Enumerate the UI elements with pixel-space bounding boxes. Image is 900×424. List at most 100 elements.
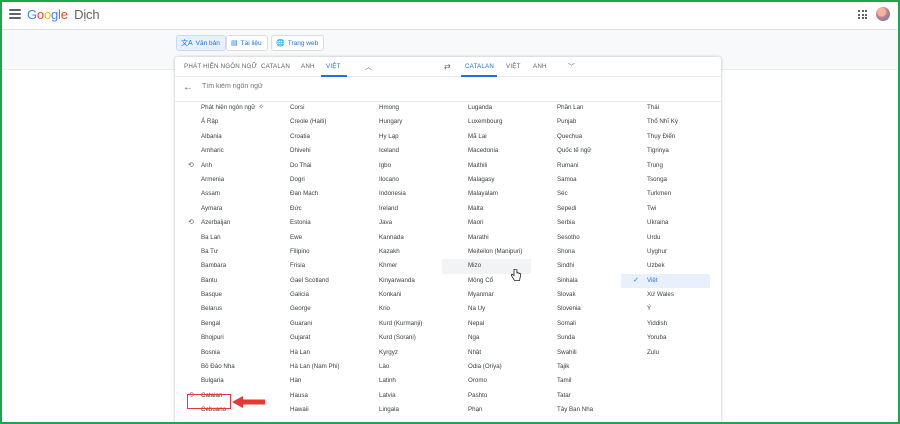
language-option[interactable]: Sepedi [531, 202, 620, 216]
language-option[interactable]: Dhivehi [264, 144, 353, 158]
language-option[interactable]: Phạn [442, 403, 531, 417]
language-option[interactable]: Đan Mạch [264, 187, 353, 201]
language-option[interactable]: Séc [531, 187, 620, 201]
tab-source-catalan[interactable]: CATALAN [261, 63, 290, 70]
language-option[interactable]: Ukraina [621, 216, 710, 230]
language-option[interactable]: Maori [442, 216, 531, 230]
language-option[interactable]: Bengal [175, 317, 264, 331]
swap-languages-icon[interactable]: ⇄ [444, 62, 451, 71]
language-option[interactable]: Tatar [531, 389, 620, 403]
language-option[interactable]: Hà Lan [264, 346, 353, 360]
language-option[interactable]: Sesotho [531, 231, 620, 245]
language-option[interactable]: Do Thái [264, 159, 353, 173]
language-option[interactable]: Trung [621, 159, 710, 173]
language-option[interactable]: Marathi [442, 231, 531, 245]
language-option[interactable]: Ba Tư [175, 245, 264, 259]
language-option[interactable]: Thái [621, 101, 710, 115]
apps-grid-icon[interactable] [858, 10, 867, 19]
language-option[interactable]: Yiddish [621, 317, 710, 331]
language-search-input[interactable] [202, 83, 502, 90]
language-option[interactable]: Filipino [264, 245, 353, 259]
language-option[interactable]: Creole (Haiti) [264, 115, 353, 129]
language-option[interactable]: Kurd (Kurmanji) [353, 317, 442, 331]
language-option[interactable]: Estonia [264, 216, 353, 230]
language-option[interactable]: Zulu [621, 346, 710, 360]
language-option[interactable]: Hungary [353, 115, 442, 129]
language-option[interactable]: Hmong [353, 101, 442, 115]
language-option[interactable]: Luxembourg [442, 115, 531, 129]
language-option[interactable]: Thụy Điển [621, 130, 710, 144]
language-option[interactable]: Albania [175, 130, 264, 144]
language-option[interactable]: Slovenia [531, 302, 620, 316]
language-option[interactable]: Lào [353, 360, 442, 374]
language-option[interactable]: Mã Lai [442, 130, 531, 144]
language-option[interactable]: Hà Lan (Nam Phi) [264, 360, 353, 374]
language-option[interactable]: Assam [175, 187, 264, 201]
language-option[interactable]: Macedonia [442, 144, 531, 158]
website-mode-button[interactable]: 🌐 Trang web [271, 35, 325, 51]
language-option[interactable]: Nga [442, 331, 531, 345]
language-option[interactable]: Kyrgyz [353, 346, 442, 360]
language-option[interactable]: Armenia [175, 173, 264, 187]
hamburger-menu-icon[interactable] [9, 9, 21, 21]
language-option[interactable]: Serbia [531, 216, 620, 230]
language-option[interactable]: Kazakh [353, 245, 442, 259]
language-option[interactable]: Tigrinya [621, 144, 710, 158]
language-option[interactable]: Hausa [264, 389, 353, 403]
language-option[interactable]: ✓ Việt [621, 273, 710, 289]
language-option[interactable]: Gujarat [264, 331, 353, 345]
language-option[interactable]: ⟲ Anh [175, 159, 264, 173]
language-option[interactable]: Galicia [264, 288, 353, 302]
language-option[interactable]: Sinhala [531, 274, 620, 288]
language-option[interactable]: Maithili [442, 159, 531, 173]
language-option[interactable]: Rumani [531, 159, 620, 173]
language-option[interactable]: Konkani [353, 288, 442, 302]
language-option[interactable]: Pashto [442, 389, 531, 403]
language-option[interactable]: Đức [264, 202, 353, 216]
language-option[interactable]: Sunda [531, 331, 620, 345]
language-option[interactable]: Xứ Wales [621, 288, 710, 302]
language-option[interactable]: Ilocano [353, 173, 442, 187]
language-option[interactable]: Khmer [353, 259, 442, 273]
language-option[interactable]: Tsonga [621, 173, 710, 187]
language-option[interactable]: Somali [531, 317, 620, 331]
language-option[interactable]: Lingala [353, 403, 442, 417]
language-option[interactable]: Shona [531, 245, 620, 259]
text-mode-button[interactable]: 文A Văn bản [176, 35, 226, 51]
language-option[interactable]: Malayalam [442, 187, 531, 201]
language-option[interactable]: Odia (Oriya) [442, 360, 531, 374]
language-option[interactable]: Bantu [175, 274, 264, 288]
language-option[interactable]: Quechua [531, 130, 620, 144]
language-option[interactable]: Krio [353, 302, 442, 316]
language-option[interactable]: Ả Rập [175, 115, 264, 129]
language-option[interactable]: Samoa [531, 173, 620, 187]
language-option[interactable]: Croatia [264, 130, 353, 144]
tab-detect-language[interactable]: PHÁT HIỆN NGÔN NGỮ [184, 63, 257, 70]
language-option[interactable]: Quốc tế ngữ [531, 144, 620, 158]
language-option[interactable]: Tajik [531, 360, 620, 374]
language-option[interactable]: Bulgaria [175, 374, 264, 388]
language-option[interactable]: Tây Ban Nha [531, 403, 620, 417]
language-option[interactable]: Nepal [442, 317, 531, 331]
language-option[interactable]: Hawaii [264, 403, 353, 417]
language-option[interactable]: Sindhi [531, 259, 620, 273]
language-option[interactable]: Uzbek [621, 259, 710, 273]
language-option[interactable]: Hy Lạp [353, 130, 442, 144]
language-option[interactable]: Nhật [442, 346, 531, 360]
language-option[interactable]: Gael Scotland [264, 274, 353, 288]
language-option[interactable]: ⟲ Azerbaijan [175, 216, 264, 230]
language-option[interactable]: Yoruba [621, 331, 710, 345]
language-option[interactable]: Bồ Đào Nha [175, 360, 264, 374]
document-mode-button[interactable]: ▤ Tài liệu [226, 35, 268, 51]
language-option[interactable]: Meiteilon (Manipuri) [442, 245, 531, 259]
language-option[interactable]: Luganda [442, 101, 531, 115]
language-option[interactable]: Kurd (Sorani) [353, 331, 442, 345]
language-option[interactable]: Bosnia [175, 346, 264, 360]
language-option[interactable]: Dogri [264, 173, 353, 187]
language-option[interactable]: Aymara [175, 202, 264, 216]
language-option[interactable]: Bhojpuri [175, 331, 264, 345]
tab-target-vietnamese[interactable]: VIỆT [506, 63, 521, 70]
language-option[interactable]: Ý [621, 302, 710, 316]
language-option[interactable]: Corsi [264, 101, 353, 115]
tab-source-english[interactable]: ANH [301, 63, 315, 70]
